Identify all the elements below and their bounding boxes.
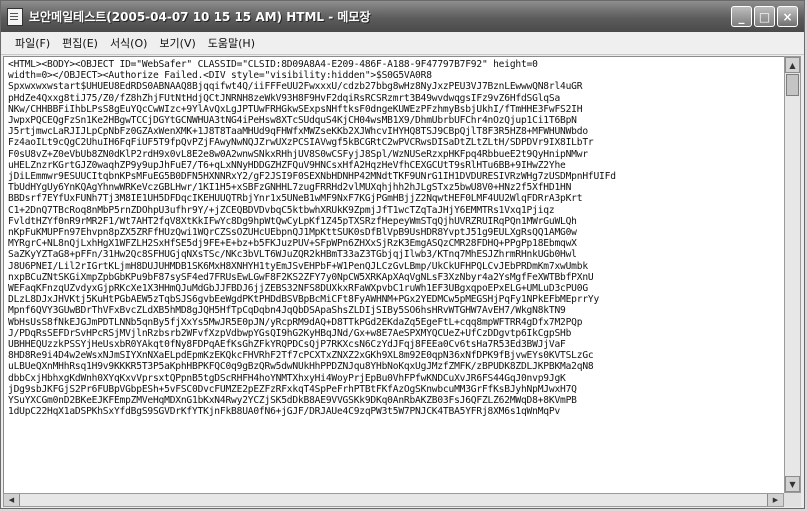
menu-view[interactable]: 보기(V) — [153, 33, 201, 53]
scroll-up-button[interactable]: ▲ — [785, 57, 800, 73]
menu-help[interactable]: 도움말(H) — [202, 33, 261, 53]
text-editor-area[interactable]: <HTML><BODY><OBJECT ID="WebSafer" CLASSI… — [3, 56, 785, 495]
scroll-right-button[interactable]: ▶ — [767, 494, 783, 506]
menu-edit[interactable]: 편집(E) — [56, 33, 104, 53]
maximize-button[interactable]: □ — [754, 6, 775, 27]
size-grip[interactable] — [784, 493, 801, 507]
scroll-down-button[interactable]: ▼ — [785, 476, 800, 492]
title-bar[interactable]: 보안메일테스트(2005-04-07 10 15 15 AM) HTML - 메… — [1, 1, 804, 32]
minimize-button[interactable]: _ — [731, 6, 752, 27]
scroll-left-button[interactable]: ◀ — [4, 494, 20, 506]
notepad-icon — [7, 7, 23, 26]
caption-buttons: _ □ × — [731, 6, 798, 27]
document-text[interactable]: <HTML><BODY><OBJECT ID="WebSafer" CLASSI… — [4, 57, 784, 420]
horizontal-scrollbar[interactable]: ◀ ▶ — [3, 493, 784, 507]
vertical-scrollbar[interactable]: ▲ ▼ — [784, 56, 801, 493]
close-button[interactable]: × — [777, 6, 798, 27]
menu-format[interactable]: 서식(O) — [104, 33, 153, 53]
window-title: 보안메일테스트(2005-04-07 10 15 15 AM) HTML - 메… — [29, 10, 371, 24]
vertical-scroll-thumb[interactable] — [786, 74, 799, 96]
menu-bar: 파일(F) 편집(E) 서식(O) 보기(V) 도움말(H) — [1, 32, 804, 55]
menu-file[interactable]: 파일(F) — [9, 33, 56, 53]
